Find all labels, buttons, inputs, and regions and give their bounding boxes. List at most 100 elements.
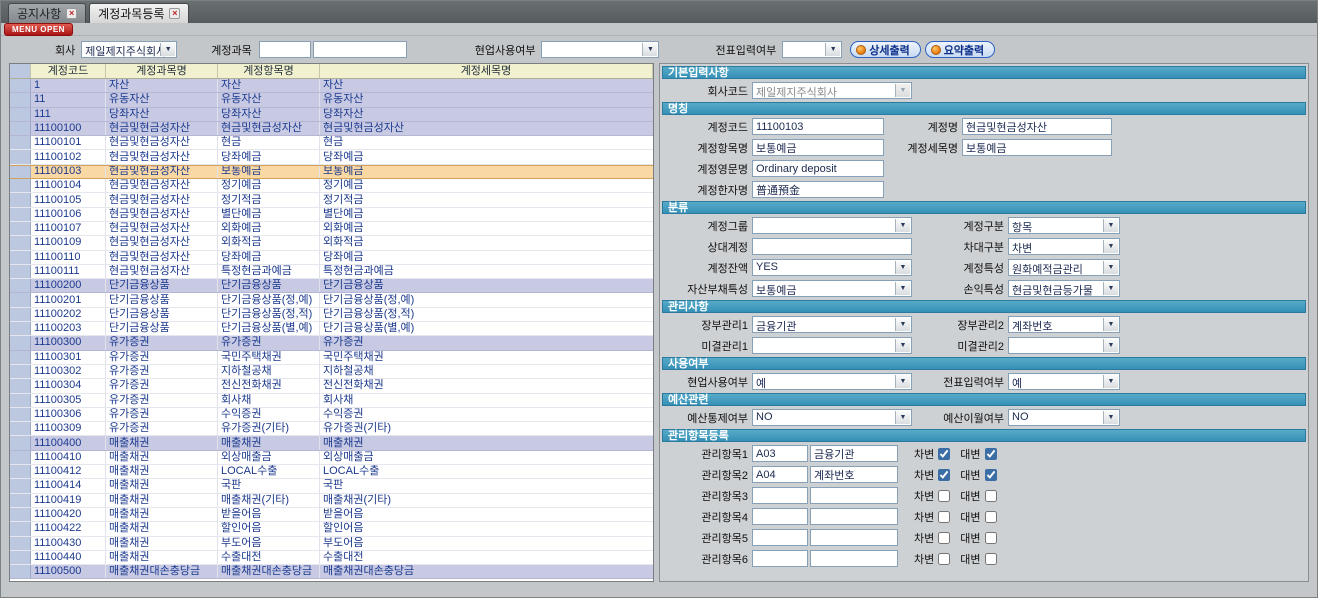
debit-checkbox[interactable] <box>938 553 950 565</box>
table-row[interactable]: 11100500매출채권대손충당금매출채권대손충당금매출채권대손충당금 <box>10 565 653 579</box>
row-selector[interactable] <box>10 336 31 349</box>
row-selector[interactable] <box>10 522 31 535</box>
row-selector[interactable] <box>10 222 31 235</box>
row-selector[interactable] <box>10 394 31 407</box>
row-selector[interactable] <box>10 208 31 221</box>
menu-open-button[interactable]: MENU OPEN <box>4 23 73 36</box>
table-row[interactable]: 11100102현금및현금성자산당좌예금당좌예금 <box>10 150 653 164</box>
row-selector[interactable] <box>10 422 31 435</box>
debit-checkbox[interactable] <box>938 469 950 481</box>
table-row[interactable]: 11100106현금및현금성자산별단예금별단예금 <box>10 208 653 222</box>
table-row[interactable]: 11100101현금및현금성자산현금현금 <box>10 136 653 150</box>
table-row[interactable]: 11100107현금및현금성자산외화예금외화예금 <box>10 222 653 236</box>
mgmt-item-code-input[interactable] <box>752 550 808 567</box>
row-selector[interactable] <box>10 293 31 306</box>
company-code-select[interactable]: 제일제지주식회사 ▼ <box>752 82 912 99</box>
account-name-input[interactable] <box>313 41 407 58</box>
table-row[interactable]: 11100109현금및현금성자산외화적금외화적금 <box>10 236 653 250</box>
table-row[interactable]: 11100300유가증권유가증권유가증권 <box>10 336 653 350</box>
row-selector[interactable] <box>10 479 31 492</box>
row-selector[interactable] <box>10 122 31 135</box>
table-row[interactable]: 11100414매출채권국판국판 <box>10 479 653 493</box>
slip-use-select[interactable]: 예 ▼ <box>1008 373 1120 390</box>
table-row[interactable]: 11100104현금및현금성자산정기예금정기예금 <box>10 179 653 193</box>
mgmt-item-code-input[interactable] <box>752 529 808 546</box>
table-row[interactable]: 11100305유가증권회사채회사채 <box>10 394 653 408</box>
table-row[interactable]: 11100202단기금융상품단기금융상품(정,적)단기금융상품(정,적) <box>10 308 653 322</box>
account-trait-select[interactable]: 원화예적금관리 ▼ <box>1008 259 1120 276</box>
account-balance-select[interactable]: YES ▼ <box>752 259 912 276</box>
row-selector[interactable] <box>10 322 31 335</box>
ledger1-select[interactable]: 금융기관 ▼ <box>752 316 912 333</box>
close-icon[interactable]: × <box>66 8 77 19</box>
credit-checkbox[interactable] <box>985 511 997 523</box>
pl-trait-select[interactable]: 현금및현금등가물 ▼ <box>1008 280 1120 297</box>
account-division-select[interactable]: 항목 ▼ <box>1008 217 1120 234</box>
row-selector[interactable] <box>10 279 31 292</box>
row-selector[interactable] <box>10 494 31 507</box>
table-row[interactable]: 11100412매출채권LOCAL수출LOCAL수출 <box>10 465 653 479</box>
credit-checkbox[interactable] <box>985 448 997 460</box>
row-selector[interactable] <box>10 508 31 521</box>
row-selector[interactable] <box>10 79 31 92</box>
credit-checkbox[interactable] <box>985 490 997 502</box>
row-selector[interactable] <box>10 108 31 121</box>
table-row[interactable]: 11100440매출채권수출대전수출대전 <box>10 551 653 565</box>
row-selector[interactable] <box>10 308 31 321</box>
mgmt-item-name-input[interactable] <box>810 487 898 504</box>
credit-checkbox[interactable] <box>985 532 997 544</box>
mgmt-item-name-input[interactable] <box>810 550 898 567</box>
item-name-field[interactable] <box>752 139 884 156</box>
table-row[interactable]: 11100419매출채권매출채권(기타)매출채권(기타) <box>10 494 653 508</box>
debit-checkbox[interactable] <box>938 490 950 502</box>
asset-trait-select[interactable]: 보통예금 ▼ <box>752 280 912 297</box>
debit-checkbox[interactable] <box>938 448 950 460</box>
account-group-select[interactable]: ▼ <box>752 217 912 234</box>
account-code-field[interactable] <box>752 118 884 135</box>
account-name-field[interactable] <box>962 118 1112 135</box>
pending2-select[interactable]: ▼ <box>1008 337 1120 354</box>
use-filter-select[interactable]: ▼ <box>541 41 659 58</box>
row-selector[interactable] <box>10 379 31 392</box>
table-row[interactable]: 11100111현금및현금성자산특정현금과예금특정현금과예금 <box>10 265 653 279</box>
table-row[interactable]: 1자산자산자산 <box>10 79 653 93</box>
mgmt-item-name-input[interactable] <box>810 445 898 462</box>
budget-control-select[interactable]: NO ▼ <box>752 409 912 426</box>
tab-account-registration[interactable]: 계정과목등록 × <box>89 3 189 23</box>
mgmt-item-code-input[interactable] <box>752 445 808 462</box>
detail-print-button[interactable]: 상세출력 <box>850 41 920 58</box>
table-row[interactable]: 11100110현금및현금성자산당좌예금당좌예금 <box>10 251 653 265</box>
mgmt-item-name-input[interactable] <box>810 466 898 483</box>
budget-carryover-select[interactable]: NO ▼ <box>1008 409 1120 426</box>
mgmt-item-name-input[interactable] <box>810 529 898 546</box>
english-name-field[interactable] <box>752 160 884 177</box>
credit-checkbox[interactable] <box>985 469 997 481</box>
row-selector[interactable] <box>10 93 31 106</box>
credit-checkbox[interactable] <box>985 553 997 565</box>
mgmt-item-code-input[interactable] <box>752 466 808 483</box>
row-selector[interactable] <box>10 565 31 578</box>
row-selector[interactable] <box>10 166 31 178</box>
row-selector[interactable] <box>10 451 31 464</box>
detail-name-field[interactable] <box>962 139 1112 156</box>
table-row[interactable]: 11100430매출채권부도어음부도어음 <box>10 537 653 551</box>
table-row[interactable]: 11100302유가증권지하철공채지하철공채 <box>10 365 653 379</box>
table-row[interactable]: 11100203단기금융상품단기금융상품(별,예)단기금융상품(별,예) <box>10 322 653 336</box>
table-row[interactable]: 11100420매출채권받을어음받을어음 <box>10 508 653 522</box>
summary-print-button[interactable]: 요약출력 <box>925 41 995 58</box>
row-selector[interactable] <box>10 136 31 149</box>
mgmt-item-name-input[interactable] <box>810 508 898 525</box>
row-selector[interactable] <box>10 179 31 192</box>
row-selector[interactable] <box>10 150 31 163</box>
table-row[interactable]: 11100422매출채권할인어음할인어음 <box>10 522 653 536</box>
debit-checkbox[interactable] <box>938 532 950 544</box>
row-selector[interactable] <box>10 551 31 564</box>
row-selector[interactable] <box>10 265 31 278</box>
table-row[interactable]: 11100400매출채권매출채권매출채권 <box>10 436 653 450</box>
table-row[interactable]: 11100100현금및현금성자산현금및현금성자산현금및현금성자산 <box>10 122 653 136</box>
account-code-input[interactable] <box>259 41 311 58</box>
mgmt-item-code-input[interactable] <box>752 487 808 504</box>
table-row[interactable]: 11100309유가증권유가증권(기타)유가증권(기타) <box>10 422 653 436</box>
slip-filter-select[interactable]: ▼ <box>782 41 842 58</box>
ledger2-select[interactable]: 계좌번호 ▼ <box>1008 316 1120 333</box>
